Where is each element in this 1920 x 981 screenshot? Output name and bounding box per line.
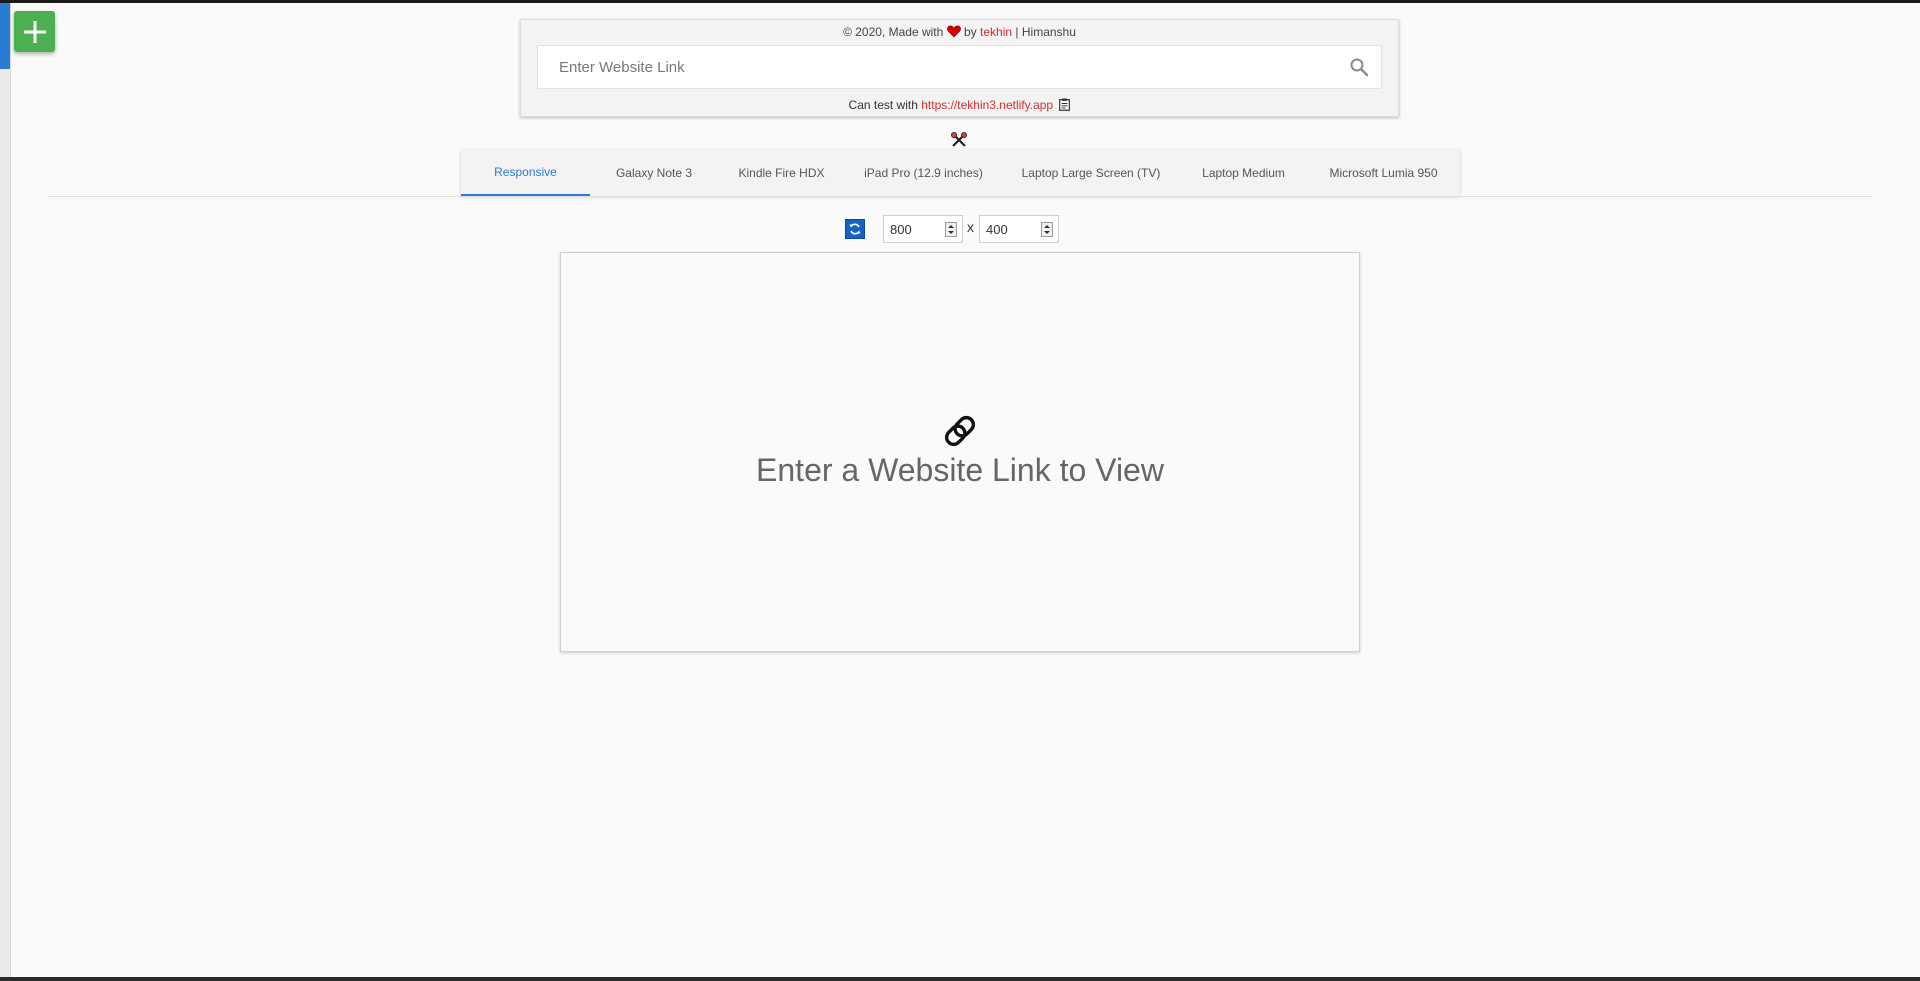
tab-label: Laptop Large Screen (TV) (1021, 165, 1161, 180)
height-stepper (979, 215, 1059, 243)
tab-label: Responsive (494, 164, 557, 179)
heart-icon (946, 25, 961, 41)
test-hint: Can test with https://tekhin3.netlify.ap… (521, 98, 1398, 114)
viewport-placeholder: Enter a Website Link to View (756, 452, 1164, 488)
tab-microsoft-lumia-950[interactable]: Microsoft Lumia 950 (1307, 149, 1460, 196)
tab-galaxy-note-3[interactable]: Galaxy Note 3 (590, 149, 718, 196)
credits-prefix: © 2020, Made with (843, 25, 944, 39)
link-icon (941, 412, 979, 450)
test-hint-prefix: Can test with (848, 98, 918, 112)
plus-icon (23, 20, 46, 43)
credits-name: Himanshu (1021, 25, 1076, 39)
height-spinner[interactable] (1041, 222, 1053, 237)
left-side-rail (0, 3, 11, 977)
search-box (537, 45, 1382, 89)
add-button[interactable] (14, 11, 55, 52)
test-url-link[interactable]: https://tekhin3.netlify.app (921, 98, 1053, 112)
tab-responsive[interactable]: Responsive (461, 149, 590, 196)
tab-label: Galaxy Note 3 (615, 165, 693, 180)
tab-ipad-pro[interactable]: iPad Pro (12.9 inches) (845, 149, 1002, 196)
search-icon[interactable] (1349, 57, 1369, 77)
credits-line: © 2020, Made with by tekhin | Himanshu (521, 25, 1398, 41)
height-input[interactable] (980, 216, 1036, 242)
tab-label: iPad Pro (12.9 inches) (864, 165, 983, 180)
tab-kindle-fire-hdx[interactable]: Kindle Fire HDX (718, 149, 845, 196)
website-link-input[interactable] (538, 46, 1328, 88)
width-spinner[interactable] (945, 222, 957, 237)
credits-separator: | (1015, 25, 1019, 39)
collapse-toggle-icon[interactable] (950, 131, 968, 149)
rotate-icon (849, 223, 861, 235)
tab-label: Kindle Fire HDX (738, 165, 825, 180)
width-input[interactable] (884, 216, 940, 242)
tabs-divider (48, 196, 1872, 197)
search-card: © 2020, Made with by tekhin | Himanshu C… (520, 19, 1399, 117)
tab-label: Laptop Medium (1202, 165, 1285, 180)
rotate-button[interactable] (845, 219, 865, 239)
author-link[interactable]: tekhin (980, 25, 1012, 39)
dimension-separator: x (967, 219, 974, 235)
clipboard-icon[interactable] (1059, 98, 1071, 114)
window-bottom-border (0, 977, 1920, 981)
device-tabs: Responsive Galaxy Note 3 Kindle Fire HDX… (461, 149, 1460, 196)
left-rail-accent (0, 3, 10, 69)
tab-laptop-large-screen[interactable]: Laptop Large Screen (TV) (1002, 149, 1180, 196)
preview-viewport: Enter a Website Link to View (560, 252, 1360, 652)
window-top-border (0, 0, 1920, 3)
credits-by: by (964, 25, 977, 39)
width-stepper (883, 215, 963, 243)
tab-label: Microsoft Lumia 950 (1329, 165, 1438, 180)
tab-laptop-medium[interactable]: Laptop Medium (1180, 149, 1307, 196)
